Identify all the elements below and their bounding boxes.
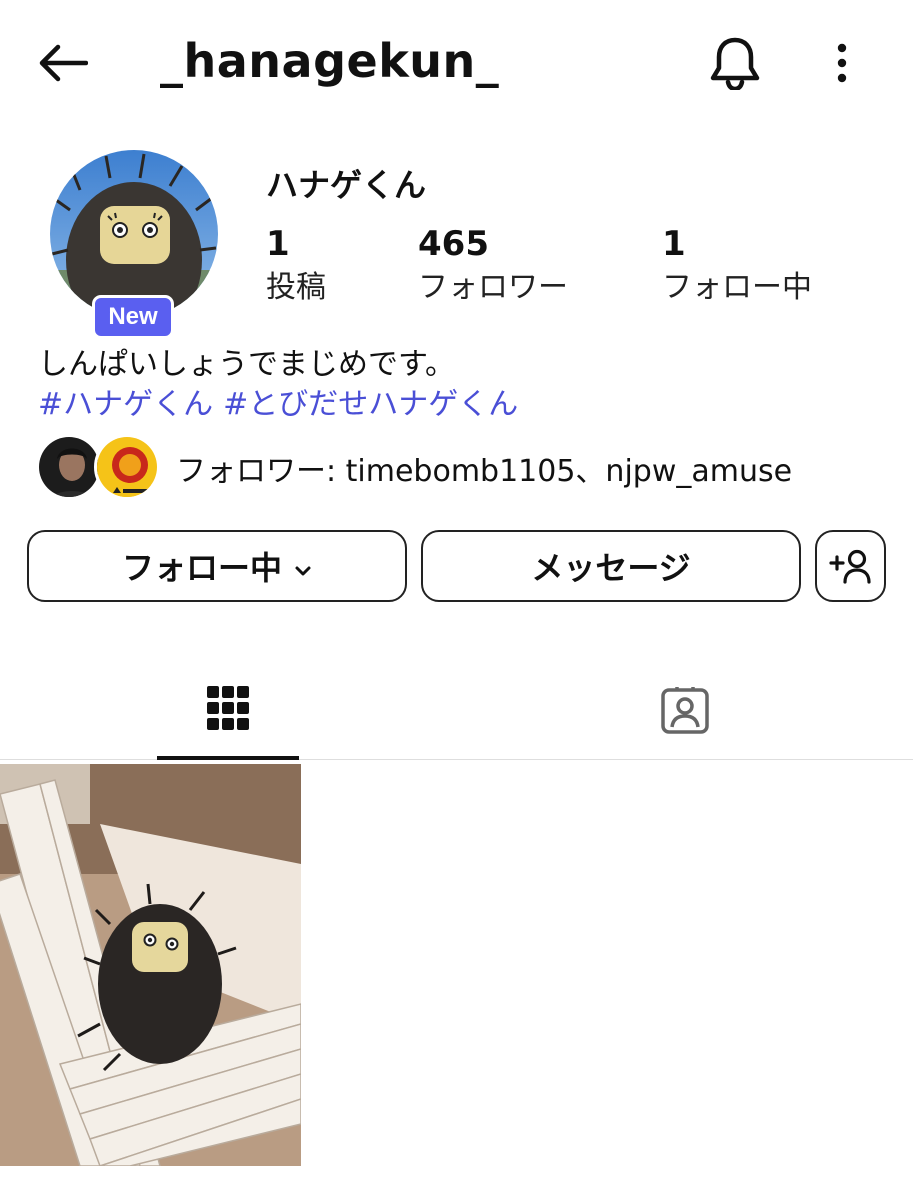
profile-avatar[interactable] [50, 150, 218, 318]
display-name: ハナゲくん [266, 166, 427, 204]
avatar-image [50, 150, 218, 318]
stat-following[interactable]: 1 フォロー中 [662, 222, 812, 310]
more-options-button[interactable] [826, 40, 858, 86]
stat-posts-label: 投稿 [266, 270, 326, 305]
follower-avatar [94, 434, 160, 500]
back-arrow-icon [39, 44, 88, 82]
follower-avatar [36, 434, 102, 500]
profile-username: _hanagekun_ [160, 34, 500, 88]
add-person-icon [828, 549, 871, 584]
tab-tagged[interactable] [614, 660, 756, 760]
followed-by-text: フォロワー: timebomb1105、njpw_amuse [176, 454, 793, 489]
add-person-button[interactable] [815, 530, 886, 602]
post-thumbnail[interactable] [0, 764, 301, 1166]
stat-posts-count: 1 [266, 224, 290, 264]
chevron-down-icon [294, 547, 312, 585]
bell-icon [710, 37, 760, 92]
following-button[interactable]: フォロー中 [27, 530, 407, 602]
hashtag-link[interactable]: #ハナゲくん [38, 387, 213, 422]
bio-hashtags: #ハナゲくん #とびだせハナゲくん [38, 385, 528, 425]
stat-following-label: フォロー中 [662, 270, 812, 305]
stat-followers[interactable]: 465 フォロワー [418, 222, 568, 310]
notifications-button[interactable] [708, 34, 762, 92]
back-button[interactable] [34, 40, 90, 86]
stat-followers-count: 465 [418, 224, 489, 264]
tab-posts-grid[interactable] [157, 660, 299, 760]
new-badge: New [92, 295, 174, 339]
top-bar: _hanagekun_ [0, 0, 913, 125]
stat-following-count: 1 [662, 224, 686, 264]
message-button[interactable]: メッセージ [421, 530, 801, 602]
tagged-person-icon [661, 687, 709, 734]
bio: しんぱいしょうでまじめです。 #ハナゲくん #とびだせハナゲくん [38, 345, 528, 425]
hashtag-link[interactable]: #とびだせハナゲくん [223, 387, 518, 422]
grid-icon [207, 686, 249, 730]
bio-text: しんぱいしょうでまじめです。 [38, 347, 455, 382]
profile-tabs [0, 660, 913, 760]
following-button-label: フォロー中 [121, 549, 282, 587]
stat-posts[interactable]: 1 投稿 [266, 222, 326, 310]
message-button-label: メッセージ [531, 549, 691, 587]
followed-by-row[interactable]: フォロワー: timebomb1105、njpw_amuse [36, 432, 896, 502]
stat-followers-label: フォロワー [418, 270, 568, 305]
more-vertical-icon [837, 43, 847, 83]
